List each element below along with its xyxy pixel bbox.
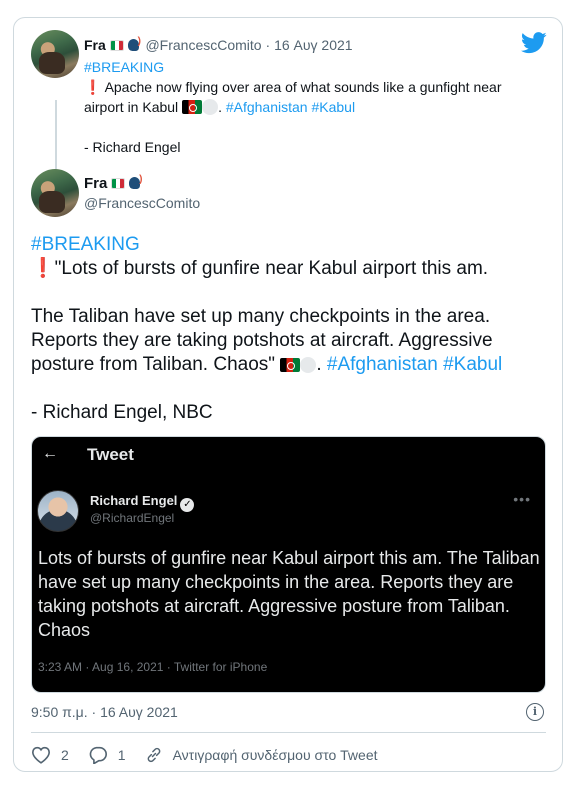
main-tweet-body: #BREAKING ❗"Lots of bursts of gunfire ne… [31, 234, 503, 423]
verified-icon: ✓ [180, 498, 195, 512]
white-circle-icon [202, 99, 219, 115]
author-handle[interactable]: @FrancescComito [145, 37, 261, 53]
copy-link-button[interactable]: Αντιγραφή συνδέσμου στο Tweet [145, 746, 378, 764]
tweet-timestamp[interactable]: 9:50 π.μ. · 16 Αυγ 2021 [31, 704, 178, 720]
tweet-text-line: posture from Taliban. Chaos" [31, 354, 276, 375]
reply-count: 1 [117, 747, 126, 763]
hashtag-afghanistan[interactable]: #Afghanistan [226, 99, 308, 115]
afghanistan-flag-icon [182, 100, 203, 114]
screenshot-author-name: Richard Engel [90, 493, 178, 508]
hashtag-breaking[interactable]: #BREAKING [84, 59, 164, 75]
tweet-card[interactable]: Fra @FrancescComito · 16 Αυγ 2021 #BREAK… [13, 17, 563, 772]
screenshot-author-row: Richard Engel ✓ [90, 493, 195, 512]
quoted-tweet-header: Fra @FrancescComito · 16 Αυγ 2021 [84, 36, 353, 53]
exclamation-icon: ❗ [84, 79, 102, 95]
hashtag-afghanistan[interactable]: #Afghanistan [327, 354, 438, 375]
avatar[interactable] [31, 30, 79, 78]
link-icon [147, 747, 160, 763]
screenshot-meta: 3:23 AM · Aug 16, 2021 · Twitter for iPh… [38, 660, 268, 674]
attached-screenshot-image[interactable]: ← Tweet Richard Engel ✓ @RichardEngel •••… [31, 436, 546, 693]
author-handle[interactable]: @FrancescComito [84, 195, 200, 211]
screenshot-header: ← Tweet [32, 437, 545, 473]
divider [31, 732, 546, 733]
screenshot-author-handle: @RichardEngel [90, 511, 175, 525]
more-icon: ••• [513, 491, 531, 507]
quoted-text-line: airport in Kabul [84, 99, 179, 115]
reply-icon [89, 746, 107, 764]
screenshot-tweet-text: Lots of bursts of gunfire near Kabul air… [38, 548, 540, 640]
tweet-date[interactable]: 16 Αυγ 2021 [274, 37, 353, 53]
hashtag-breaking[interactable]: #BREAKING [31, 234, 140, 255]
quoted-text-line: Apache now flying over area of what soun… [104, 79, 502, 95]
exclamation-icon: ❗ [31, 258, 55, 279]
separator-dot: · [265, 37, 271, 53]
avatar[interactable] [31, 169, 79, 217]
tweet-text-line: Reports they are taking potshots at airc… [31, 330, 493, 351]
main-author-row: Fra [84, 174, 143, 192]
screenshot-title: Tweet [87, 445, 134, 464]
tweet-text-line: The Taliban have set up many checkpoints… [31, 306, 491, 327]
italy-flag-icon [109, 40, 124, 51]
avatar [37, 490, 79, 532]
quoted-signature: - Richard Engel [84, 139, 181, 155]
tweet-text-line: "Lots of bursts of gunfire near Kabul ai… [54, 258, 489, 279]
hashtag-kabul[interactable]: #Kabul [443, 354, 502, 375]
copy-link-label: Αντιγραφή συνδέσμου στο Tweet [172, 747, 378, 763]
author-name[interactable]: Fra [84, 175, 107, 192]
twitter-bird-icon[interactable] [521, 32, 547, 54]
back-arrow-icon: ← [42, 445, 58, 462]
like-count: 2 [61, 747, 69, 763]
quoted-tweet-body: #BREAKING ❗ Apache now flying over area … [84, 59, 502, 155]
speaking-head-icon [127, 36, 142, 52]
reply-button[interactable]: 1 [88, 746, 128, 764]
white-circle-icon [300, 357, 317, 373]
afghanistan-flag-icon [280, 358, 301, 372]
heart-icon [31, 746, 51, 764]
author-name[interactable]: Fra [84, 37, 106, 53]
speaking-head-icon [129, 174, 143, 190]
action-bar: 2 1 Αντιγραφή συνδέσμου στο Tweet [31, 743, 395, 767]
italy-flag-icon [111, 178, 126, 189]
tweet-signature: - Richard Engel, NBC [31, 402, 213, 423]
hashtag-kabul[interactable]: #Kabul [311, 99, 355, 115]
like-button[interactable]: 2 [31, 746, 71, 764]
info-icon[interactable]: i [526, 703, 544, 721]
